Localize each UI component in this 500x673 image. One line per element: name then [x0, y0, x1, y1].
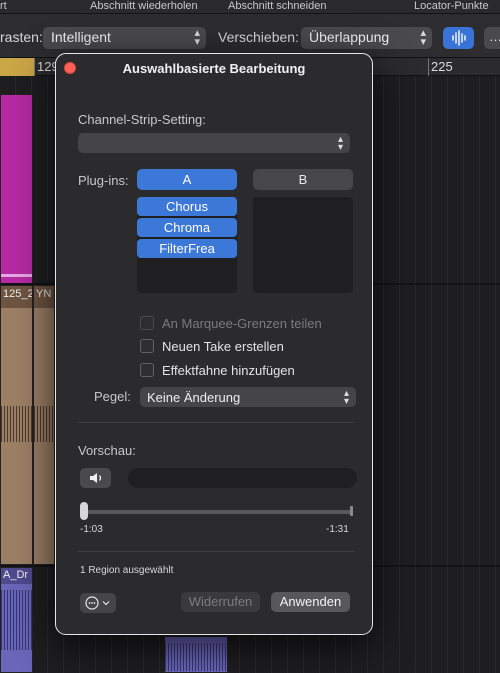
preview-label: Vorschau: — [78, 443, 136, 458]
effect-tail-checkbox[interactable] — [140, 363, 154, 377]
waveform-zoom-button[interactable] — [443, 27, 474, 49]
ruler-tick — [428, 58, 429, 76]
plugin-list-b[interactable] — [253, 197, 353, 293]
new-take-checkbox[interactable] — [140, 339, 154, 353]
chevron-updown-icon: ▴ ▾ — [343, 388, 349, 407]
region-waveform — [1, 590, 32, 650]
preview-waveform-display — [128, 468, 357, 488]
dialog-title: Auswahlbasierte Bearbeitung — [122, 61, 306, 76]
preview-position-track[interactable] — [82, 510, 352, 514]
region-note-strip — [1, 274, 32, 277]
ellipsis-circle-icon — [85, 596, 110, 610]
move-value: Überlappung — [309, 29, 390, 45]
top-toolbar: rt Abschnitt wiederholen Abschnitt schne… — [0, 0, 500, 14]
split-at-marquee-label: An Marquee-Grenzen teilen — [162, 316, 322, 331]
region-name: YN — [36, 288, 52, 300]
toolbar-item-cut[interactable]: rt — [0, 0, 7, 12]
move-popup[interactable]: Überlappung ▴ ▾ — [301, 27, 432, 49]
region-name: 125_2 — [3, 288, 33, 300]
waveform-icon — [452, 30, 466, 46]
level-select[interactable]: Keine Änderung ▴ ▾ — [140, 387, 356, 407]
toolbar-item-repeat-section[interactable]: Abschnitt wiederholen — [90, 0, 198, 12]
plugin-list-a: Chorus Chroma FilterFrea — [137, 197, 237, 293]
divider — [78, 422, 354, 423]
more-icon: … — [489, 29, 500, 44]
time-end: -1:31 — [326, 524, 349, 535]
chevron-updown-icon: ▴ ▾ — [337, 134, 343, 153]
chevron-updown-icon: ▴ ▾ — [194, 27, 200, 48]
level-label: Pegel: — [94, 389, 131, 404]
audio-region[interactable]: YN — [33, 285, 55, 565]
region-waveform — [165, 643, 227, 671]
plugin-slot-filterfreak[interactable]: FilterFrea — [137, 239, 237, 258]
control-bar: rasten: Intelligent ▴ ▾ Verschieben: Über… — [0, 14, 500, 58]
preview-position-knob[interactable] — [80, 502, 88, 520]
speaker-icon — [90, 473, 102, 483]
plugin-slot-chorus[interactable]: Chorus — [137, 197, 237, 216]
level-value: Keine Änderung — [147, 390, 241, 405]
move-label: Verschieben: — [218, 29, 299, 45]
cycle-area[interactable] — [0, 58, 34, 76]
channel-strip-select[interactable]: ▴ ▾ — [78, 133, 350, 153]
plugins-label: Plug-ins: — [78, 173, 129, 188]
preview-end-marker — [350, 506, 353, 516]
snap-value: Intelligent — [51, 29, 111, 45]
selection-based-processing-dialog: Auswahlbasierte Bearbeitung Channel-Stri… — [55, 53, 373, 635]
toolbar-item-cut-section[interactable]: Abschnitt schneiden — [228, 0, 326, 12]
ruler-bar-number: 225 — [431, 59, 453, 74]
plugin-tab-a[interactable]: A — [137, 169, 237, 190]
effect-tail-label: Effektfahne hinzufügen — [162, 363, 295, 378]
channel-strip-label: Channel-Strip-Setting: — [78, 112, 206, 127]
split-at-marquee-checkbox[interactable] — [140, 316, 154, 330]
preview-play-button[interactable] — [80, 468, 111, 488]
new-take-label: Neuen Take erstellen — [162, 339, 284, 354]
apply-button[interactable]: Anwenden — [271, 592, 350, 612]
region-waveform — [1, 406, 32, 442]
toolbar-item-locators[interactable]: Locator-Punkte — [414, 0, 489, 12]
region-waveform — [34, 406, 54, 442]
audio-region[interactable]: A_Dr — [0, 567, 33, 673]
plugin-tab-b[interactable]: B — [253, 169, 353, 190]
audio-region[interactable]: 125_2 — [0, 285, 33, 565]
snap-label: rasten: — [0, 29, 43, 45]
region-name: A_Dr — [3, 569, 29, 581]
selection-status: 1 Region ausgewählt — [80, 565, 174, 576]
options-menu-button[interactable] — [80, 593, 116, 613]
ruler-tick — [34, 58, 35, 76]
time-start: -1:03 — [80, 524, 103, 535]
plugin-slot-chroma[interactable]: Chroma — [137, 218, 237, 237]
more-button[interactable]: … — [484, 27, 500, 49]
midi-region[interactable] — [0, 94, 33, 284]
snap-popup[interactable]: Intelligent ▴ ▾ — [43, 27, 206, 49]
undo-button[interactable]: Widerrufen — [181, 592, 260, 612]
chevron-updown-icon: ▴ ▾ — [420, 27, 426, 48]
divider — [78, 551, 354, 552]
audio-region[interactable] — [164, 636, 228, 673]
